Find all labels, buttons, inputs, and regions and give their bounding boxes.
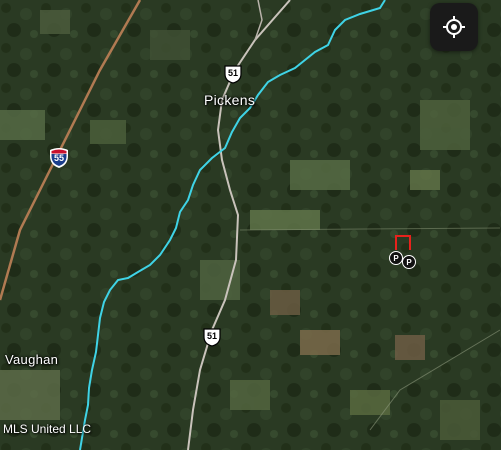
interstate-shield-number: 55 [53, 153, 64, 163]
map-view[interactable]: 55 51 51 Pickens Vaughan P P MLS United … [0, 0, 501, 450]
place-label-vaughan: Vaughan [5, 352, 59, 367]
place-label-pickens: Pickens [204, 92, 256, 108]
locate-me-button[interactable] [430, 3, 478, 51]
listing-pin-marker[interactable]: P [402, 255, 416, 269]
us-route-shield-51-north: 51 [223, 64, 243, 84]
us-shield-number: 51 [206, 331, 217, 341]
listing-pin-marker[interactable]: P [389, 251, 403, 265]
crosshair-locate-icon [443, 16, 465, 38]
satellite-imagery [0, 0, 501, 450]
us-shield-number: 51 [227, 68, 238, 78]
us-route-shield-51-south: 51 [202, 327, 222, 347]
map-attribution: MLS United LLC [3, 422, 92, 436]
listing-pin-label: P [406, 257, 412, 267]
interstate-shield-55: 55 [48, 146, 70, 168]
listing-pin-label: P [393, 253, 399, 263]
